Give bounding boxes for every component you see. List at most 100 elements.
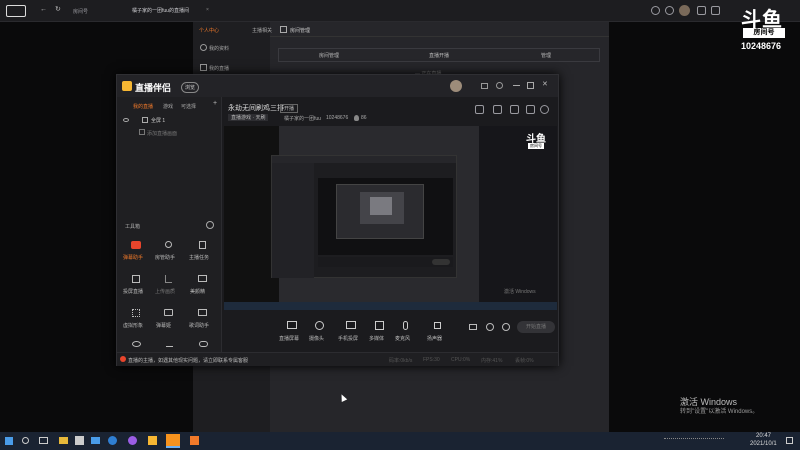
assistant-title-bar: 直播伴侣 浏览 ✕ xyxy=(117,75,558,97)
tool-item[interactable]: 虚拟形象 xyxy=(123,307,151,335)
add-scene-icon[interactable]: + xyxy=(213,100,217,107)
camera-icon xyxy=(315,321,324,330)
avatar[interactable] xyxy=(679,5,690,16)
tool-item[interactable]: 上传画质 xyxy=(155,273,183,301)
nested-window-5 xyxy=(370,197,392,215)
scene-label[interactable]: 全屏 1 xyxy=(151,117,165,124)
windows-start-icon[interactable] xyxy=(5,437,13,445)
address-bar[interactable]: 房间号 xyxy=(73,8,88,15)
browser-top-bar: ← ↻ 房间号 橘子家的一团fuu的直播间 × xyxy=(0,0,800,22)
tool-item[interactable]: 弹幕姬 xyxy=(155,307,183,335)
layout-icon[interactable] xyxy=(510,105,519,114)
home-icon xyxy=(280,26,287,33)
assistant-badge[interactable]: 浏览 xyxy=(181,82,200,93)
menu-icon[interactable] xyxy=(711,6,720,15)
app-taskbar-icon[interactable] xyxy=(190,436,199,445)
nested-watermark: 激活 Windows xyxy=(504,289,536,295)
footer-tip-text: 直播的主播，如遇其他现实问题，请立即联系专属客服 xyxy=(128,358,249,364)
search-icon[interactable] xyxy=(22,437,29,444)
start-stream-button[interactable]: 开始直播 xyxy=(517,321,555,333)
tool-label: 上传画质 xyxy=(155,289,176,295)
download-icon[interactable] xyxy=(166,340,173,347)
clock-icon[interactable] xyxy=(651,6,660,15)
tab-optional[interactable]: 可选择 xyxy=(181,103,196,110)
top-tab-streamer[interactable]: 主播相关 xyxy=(252,27,272,34)
bag-icon xyxy=(164,309,173,316)
stream-preview[interactable]: 斗鱼 房间号 激活 Windows xyxy=(224,126,557,310)
box-icon xyxy=(132,275,140,283)
color-app-icon[interactable] xyxy=(128,436,137,445)
profile-icon xyxy=(200,44,207,51)
lock-icon[interactable] xyxy=(475,105,484,114)
stat-memory: 内存:41% xyxy=(481,358,503,364)
cup-icon xyxy=(199,241,206,249)
tray-icons[interactable] xyxy=(664,438,724,444)
gamepad-icon[interactable] xyxy=(199,341,208,347)
assistant-taskbar-icon-active[interactable] xyxy=(166,434,180,448)
room-badge[interactable]: 开播 xyxy=(280,104,299,113)
activate-windows-subtitle: 转到"设置"以激活 Windows。 xyxy=(680,409,759,415)
notification-icon[interactable] xyxy=(786,437,793,444)
header-bar xyxy=(270,22,609,37)
sidebar-item-personal-center[interactable]: 个人中心 xyxy=(199,27,219,34)
settings-icon[interactable] xyxy=(496,82,503,89)
room-title[interactable]: 永劫无间刷鸡三排 xyxy=(228,103,284,113)
assistant-taskbar-icon[interactable] xyxy=(148,436,157,445)
tab-my-stream[interactable]: 我的直播 xyxy=(133,103,153,110)
eye-icon[interactable] xyxy=(132,341,141,347)
play-icon[interactable] xyxy=(665,6,674,15)
upload-icon xyxy=(165,275,172,283)
tools-toggle-icon[interactable] xyxy=(206,221,214,229)
mail-app-icon[interactable] xyxy=(91,437,100,444)
tool-item[interactable]: 歌词助手 xyxy=(189,307,217,335)
warning-icon xyxy=(120,356,126,362)
copy-icon[interactable] xyxy=(493,105,502,114)
tool-item[interactable]: 主播任务 xyxy=(189,239,217,267)
tool-item[interactable]: 房管助手 xyxy=(155,239,183,267)
back-arrow-icon[interactable]: ← xyxy=(40,6,47,13)
stream-icon xyxy=(200,64,207,71)
tab-close-icon[interactable]: × xyxy=(206,7,209,13)
tool-item[interactable]: 投屏直播 xyxy=(123,273,151,301)
visibility-eye-icon[interactable] xyxy=(123,118,129,122)
store-icon[interactable] xyxy=(75,436,84,445)
record-icon[interactable] xyxy=(469,324,477,330)
tool-label: 弹幕姬 xyxy=(156,323,172,329)
mail-icon[interactable] xyxy=(481,83,488,89)
minimize-icon[interactable] xyxy=(513,85,520,86)
browser-logo-icon[interactable] xyxy=(6,5,26,17)
close-icon[interactable]: ✕ xyxy=(542,80,548,88)
tool-item[interactable]: 弹幕助手 xyxy=(123,239,151,267)
share-icon[interactable] xyxy=(540,105,549,114)
config-icon[interactable] xyxy=(502,323,510,331)
tab-manage[interactable]: 管理 xyxy=(541,52,551,59)
page-tab-title[interactable]: 橘子家的一团fuu的直播间 xyxy=(132,7,189,14)
maximize-icon[interactable] xyxy=(527,82,534,89)
tool-label: 主播任务 xyxy=(189,255,210,261)
tab-room-manage[interactable]: 房间管理 xyxy=(319,52,339,59)
tool-phone-label: 手机投屏 xyxy=(338,336,359,342)
tab-start-stream[interactable]: 直播开播 xyxy=(429,52,449,59)
user-avatar[interactable] xyxy=(450,80,462,92)
taskbar-date: 2021/10/1 xyxy=(750,441,777,447)
streamer-name: 橘子家的一团fuu xyxy=(284,116,321,122)
speaker-icon xyxy=(434,322,441,329)
timer-icon[interactable] xyxy=(486,323,494,331)
tool-label: 歌词助手 xyxy=(189,323,210,329)
tab-game[interactable]: 游戏 xyxy=(163,103,173,110)
tool-item[interactable]: 美颜精 xyxy=(189,273,217,301)
category-tag[interactable]: 直播游戏 · 天刷 xyxy=(228,114,269,121)
sidebar-item-my-stream[interactable]: 我的直播 xyxy=(209,65,229,72)
tools-label: 工具箱 xyxy=(125,224,141,230)
shirt-icon[interactable] xyxy=(697,6,706,15)
tool-label: 房管助手 xyxy=(155,255,176,261)
sidebar-item-my-profile[interactable]: 我的资料 xyxy=(209,45,229,52)
scene-item-label[interactable]: 添加直播画面 xyxy=(147,130,177,137)
share-link-icon[interactable] xyxy=(526,105,535,114)
edge-icon[interactable] xyxy=(108,436,117,445)
explorer-icon[interactable] xyxy=(59,437,68,444)
refresh-icon[interactable]: ↻ xyxy=(55,5,61,13)
gift-icon xyxy=(131,241,141,249)
task-view-icon[interactable] xyxy=(39,437,48,444)
add-source-icon[interactable] xyxy=(139,129,145,135)
